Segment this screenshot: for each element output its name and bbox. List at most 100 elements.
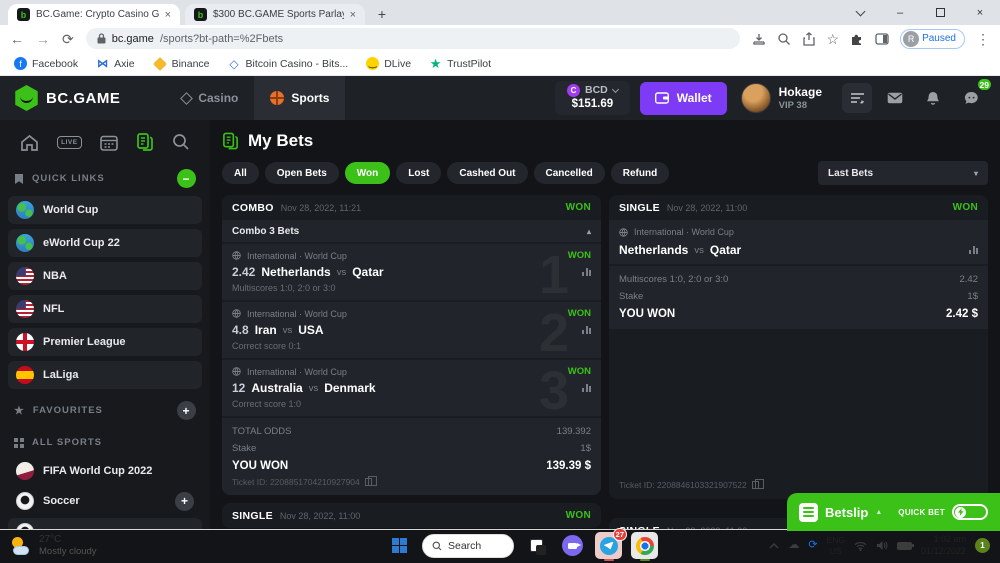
chevron-up-icon[interactable] [769,543,779,549]
sidebar-item-fifa-world-cup[interactable]: FIFA World Cup 2022 [8,456,202,486]
total-odds-value: 139.392 [557,426,591,437]
tab-close-icon[interactable]: × [165,9,171,21]
back-button[interactable]: ← [10,32,24,46]
filter-refund[interactable]: Refund [611,162,669,184]
filter-cancelled[interactable]: Cancelled [534,162,605,184]
bet-queue-button[interactable] [842,83,872,113]
live-icon[interactable]: LIVE [57,136,81,149]
sidebar-item-laliga[interactable]: LaLiga [8,361,202,389]
url-field[interactable]: bc.game/sports?bt-path=%2Fbets [86,28,740,49]
collapse-quick-links-button[interactable]: − [177,169,196,188]
wifi-icon[interactable] [854,541,867,551]
filter-all[interactable]: All [222,162,259,184]
bcgame-logo-icon [14,85,39,111]
dlive-icon: ‿ [366,57,379,70]
side-panel-icon[interactable] [875,32,889,46]
globe-icon [232,367,241,376]
task-view-button[interactable] [523,532,550,559]
add-favourite-button[interactable]: + [177,401,196,420]
sort-dropdown[interactable]: Last Bets ▾ [818,161,988,185]
install-icon[interactable] [752,32,766,46]
bookmark-star-icon[interactable]: ☆ [827,32,840,46]
bet-leg-2[interactable]: 2 International · World Cup WON 4.8 Iran… [222,302,601,358]
single-bet-card-partial[interactable]: SINGLE Nov 28, 2022, 11:00 WON [222,503,601,528]
combo-group-row[interactable]: Combo 3 Bets ▴ [222,220,601,242]
sidebar-item-nfl[interactable]: NFL [8,295,202,323]
taskbar-search[interactable]: Search [422,534,514,558]
quick-bet-toggle[interactable] [952,504,988,520]
home-icon[interactable] [20,134,39,151]
bet-leg-3[interactable]: 3 International · World Cup WON 12 Austr… [222,360,601,416]
copy-icon[interactable] [752,481,759,489]
bookmark-dlive[interactable]: ‿DLive [366,57,411,70]
star-icon: ★ [429,57,442,70]
expand-soccer-button[interactable]: + [175,492,194,511]
zoom-app-button[interactable] [559,532,586,559]
combo-bet-card[interactable]: COMBO Nov 28, 2022, 11:21 WON Combo 3 Be… [222,195,601,495]
stats-icon[interactable] [582,326,591,334]
market-label: Correct score 1:0 [232,399,591,409]
weather-widget[interactable]: 27°C Mostly cloudy [0,534,97,558]
my-bets-icon[interactable] [136,133,154,151]
sync-icon[interactable]: ⟳ [808,540,817,551]
stats-icon[interactable] [969,246,978,254]
sidebar-item-soccer[interactable]: Soccer+ [8,486,202,516]
tab-close-icon[interactable]: × [350,9,356,21]
calendar-icon[interactable] [100,134,118,151]
currency-selector[interactable]: C BCD $151.69 [555,81,630,115]
start-button[interactable] [386,532,413,559]
nav-casino[interactable]: Casino [166,76,254,120]
forward-button[interactable]: → [36,32,50,46]
betslip-button[interactable]: Betslip ▲ QUICK BET [787,493,1000,531]
battery-icon[interactable] [897,542,912,550]
onedrive-icon[interactable]: ☁ [788,540,799,551]
profile-chip[interactable]: R Paused [900,29,965,49]
bcgame-logo[interactable]: BC.GAME [14,85,120,111]
reload-button[interactable]: ⟳ [62,32,74,46]
user-profile[interactable]: Hokage VIP 38 [741,83,822,113]
sidebar-item-nba[interactable]: NBA [8,262,202,290]
close-button[interactable]: × [960,0,1000,25]
bet-leg-1[interactable]: 1 International · World Cup WON 2.42 Net… [222,244,601,300]
notification-badge[interactable]: 1 [975,538,990,553]
bookmark-binance[interactable]: Binance [153,58,210,70]
filter-lost[interactable]: Lost [396,162,441,184]
zoom-icon[interactable] [777,32,791,46]
bookmark-facebook[interactable]: fFacebook [14,57,78,70]
search-icon[interactable] [172,133,190,151]
extensions-icon[interactable] [850,32,864,46]
notifications-button[interactable] [918,83,948,113]
chrome-app-button[interactable] [631,532,658,559]
wallet-button[interactable]: Wallet [640,82,727,115]
sidebar-item-world-cup[interactable]: World Cup [8,196,202,224]
filter-open-bets[interactable]: Open Bets [265,162,339,184]
stats-icon[interactable] [582,268,591,276]
tab-search-icon[interactable] [840,0,880,25]
bookmark-bitcoin-casino[interactable]: ◇Bitcoin Casino - Bits... [228,57,349,70]
menu-icon[interactable]: ⋮ [976,32,990,46]
telegram-app-button[interactable]: 27 [595,532,622,559]
browser-tab-2[interactable]: b $300 BC.GAME Sports Parlays Ch × [185,4,365,25]
messages-button[interactable] [880,83,910,113]
sidebar-item-premier-league[interactable]: Premier League [8,328,202,356]
bookmark-trustpilot[interactable]: ★TrustPilot [429,57,491,70]
nav-sports[interactable]: Sports [254,76,345,120]
language-switcher[interactable]: ENG US [827,535,845,556]
share-icon[interactable] [802,32,816,46]
new-tab-button[interactable]: + [371,3,393,25]
single-bet-card[interactable]: SINGLE Nov 28, 2022, 11:00 WON Internati… [609,195,988,499]
maximize-button[interactable] [920,0,960,25]
page-title: My Bets [222,124,988,158]
taskbar-clock[interactable]: 1:02 am 01/12/2022 [921,534,966,557]
copy-icon[interactable] [365,478,372,486]
sidebar-item-eworld-cup[interactable]: eWorld Cup 22 [8,229,202,257]
bookmark-axie[interactable]: ⋈Axie [96,57,134,70]
chat-button[interactable]: 29 [956,83,986,113]
stats-icon[interactable] [582,384,591,392]
browser-tab-1[interactable]: b BC.Game: Crypto Casino Games × [8,4,180,25]
minimize-button[interactable]: – [880,0,920,25]
filter-won[interactable]: Won [345,162,390,184]
sidebar-item-partial[interactable] [8,518,202,529]
volume-icon[interactable] [876,540,888,551]
filter-cashed-out[interactable]: Cashed Out [447,162,527,184]
